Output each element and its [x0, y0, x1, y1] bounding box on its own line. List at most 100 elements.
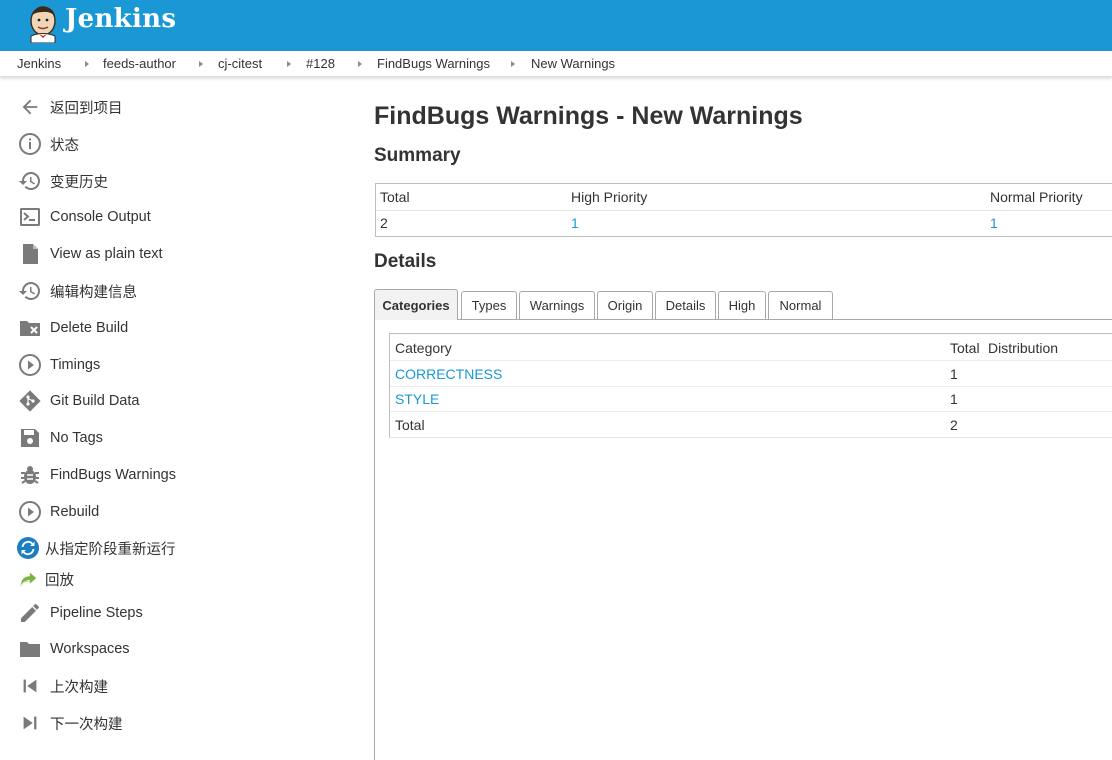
summary-heading: Summary	[374, 145, 461, 166]
table-row-divider	[390, 411, 1112, 412]
summary-link-normal[interactable]: 1	[990, 215, 998, 231]
sidebar-item-no-tags[interactable]: No Tags	[16, 423, 103, 453]
play-circle-icon	[16, 351, 44, 379]
sidebar-item-label: 编辑构建信息	[50, 284, 137, 301]
tab-high[interactable]: High	[718, 291, 766, 319]
bug-icon	[16, 461, 44, 489]
replay-arrow-icon	[16, 565, 40, 593]
sidebar-item-label: FindBugs Warnings	[50, 467, 176, 483]
sidebar-item-label: Timings	[50, 357, 101, 373]
pencil-icon	[16, 599, 44, 627]
git-icon	[16, 387, 44, 415]
tab-origin[interactable]: Origin	[597, 291, 653, 319]
sidebar-item-label: 从指定阶段重新运行	[45, 541, 176, 558]
sidebar-item-timings[interactable]: Timings	[16, 350, 100, 380]
summary-header-high: High Priority	[571, 189, 648, 205]
save-icon	[16, 424, 44, 452]
sidebar-item-console-output[interactable]: Console Output	[16, 202, 151, 232]
terminal-icon	[16, 203, 44, 231]
sidebar-item-view-plain-text[interactable]: View as plain text	[16, 239, 163, 269]
sidebar-item-label: 上次构建	[50, 679, 108, 696]
details-heading: Details	[374, 251, 437, 272]
sidebar-item-findbugs-warnings[interactable]: FindBugs Warnings	[16, 460, 176, 490]
history-icon	[16, 167, 44, 195]
summary-value-total: 2	[380, 215, 388, 231]
sidebar-item-workspaces[interactable]: Workspaces	[16, 634, 130, 664]
summary-table: Total High Priority Normal Priority 2 1 …	[375, 183, 1112, 237]
tab-categories[interactable]: Categories	[374, 289, 458, 320]
sidebar-item-label: Delete Build	[50, 320, 129, 336]
tab-normal[interactable]: Normal	[768, 291, 833, 319]
page-title: FindBugs Warnings - New Warnings	[374, 102, 803, 130]
sidebar-item-label: Console Output	[50, 209, 151, 225]
jenkins-butler-icon	[30, 6, 56, 43]
footer-total-label: Total	[395, 417, 425, 433]
tab-warnings[interactable]: Warnings	[519, 291, 595, 319]
breadcrumb-item[interactable]: New Warnings	[531, 56, 615, 71]
sidebar-item-edit-build-info[interactable]: 编辑构建信息	[16, 276, 137, 306]
footer-total-value: 2	[950, 417, 958, 433]
sidebar-item-label: Pipeline Steps	[50, 605, 143, 621]
summary-header-total: Total	[380, 189, 410, 205]
summary-header-normal: Normal Priority	[990, 189, 1083, 205]
sidebar-item-back-to-project[interactable]: 返回到项目	[16, 92, 123, 122]
details-tabs: Categories Types Warnings Origin Details…	[374, 289, 1112, 320]
breadcrumb-item[interactable]: cj-citest	[218, 56, 262, 71]
tab-panel-categories: Category Total Distribution CORRECTNESS …	[374, 320, 1112, 760]
arrow-left-icon	[16, 93, 44, 121]
sidebar-item-label: Workspaces	[50, 641, 130, 657]
table-row-divider	[390, 386, 1112, 387]
breadcrumb-item[interactable]: #128	[306, 56, 335, 71]
sidebar-item-label: 返回到项目	[50, 100, 123, 117]
sidebar-item-pipeline-steps[interactable]: Pipeline Steps	[16, 598, 143, 628]
breadcrumb-separator-icon[interactable]	[199, 61, 203, 67]
play-circle-icon	[16, 498, 44, 526]
sidebar-item-rebuild[interactable]: Rebuild	[16, 497, 99, 527]
refresh-icon	[16, 534, 40, 562]
sidebar-item-label: 下一次构建	[50, 716, 123, 733]
jenkins-logo[interactable]: Jenkins	[24, 2, 176, 44]
category-total: 1	[950, 366, 958, 382]
sidebar-item-delete-build[interactable]: Delete Build	[16, 313, 128, 343]
summary-link-high[interactable]: 1	[571, 215, 579, 231]
breadcrumb-item[interactable]: feeds-author	[103, 56, 176, 71]
column-header-total: Total	[950, 340, 980, 356]
sidebar-item-next-build[interactable]: 下一次构建	[16, 708, 123, 738]
skip-previous-icon	[16, 672, 44, 700]
breadcrumb: Jenkins feeds-author cj-citest #128 Find…	[0, 51, 1112, 77]
folder-icon	[16, 635, 44, 663]
breadcrumb-separator-icon[interactable]	[85, 61, 89, 67]
category-total: 1	[950, 391, 958, 407]
history-icon	[16, 277, 44, 305]
tab-details[interactable]: Details	[655, 291, 716, 319]
category-link-correctness[interactable]: CORRECTNESS	[395, 366, 502, 382]
table-row-divider	[376, 210, 1112, 211]
sidebar-item-restart-from-stage[interactable]: 从指定阶段重新运行	[16, 533, 176, 563]
sidebar-item-label: Git Build Data	[50, 393, 140, 409]
column-header-distribution: Distribution	[988, 340, 1059, 356]
sidebar-item-git-build-data[interactable]: Git Build Data	[16, 386, 139, 416]
main-panel: FindBugs Warnings - New Warnings Summary…	[374, 78, 1112, 760]
document-icon	[16, 240, 44, 268]
sidebar-item-changes[interactable]: 变更历史	[16, 166, 108, 196]
table-row-divider	[390, 360, 1112, 361]
column-header-category: Category	[395, 340, 452, 356]
category-link-style[interactable]: STYLE	[395, 391, 439, 407]
sidebar-item-status[interactable]: 状态	[16, 129, 79, 159]
sidebar-item-label: 状态	[50, 137, 79, 154]
skip-next-icon	[16, 709, 44, 737]
tab-types[interactable]: Types	[461, 291, 517, 319]
breadcrumb-item[interactable]: Jenkins	[17, 56, 61, 71]
info-icon	[16, 130, 44, 158]
breadcrumb-separator-icon[interactable]	[287, 61, 291, 67]
sidebar-item-label: 回放	[45, 572, 74, 589]
breadcrumb-item[interactable]: FindBugs Warnings	[377, 56, 490, 71]
sidebar-item-previous-build[interactable]: 上次构建	[16, 671, 108, 701]
folder-delete-icon	[16, 314, 44, 342]
sidebar-item-replay[interactable]: 回放	[16, 564, 74, 594]
sidebar-item-label: 变更历史	[50, 174, 108, 191]
breadcrumb-separator-icon[interactable]	[511, 61, 515, 67]
breadcrumb-separator-icon[interactable]	[358, 61, 362, 67]
sidebar-item-label: Rebuild	[50, 504, 100, 520]
brand-name: Jenkins	[65, 4, 177, 34]
